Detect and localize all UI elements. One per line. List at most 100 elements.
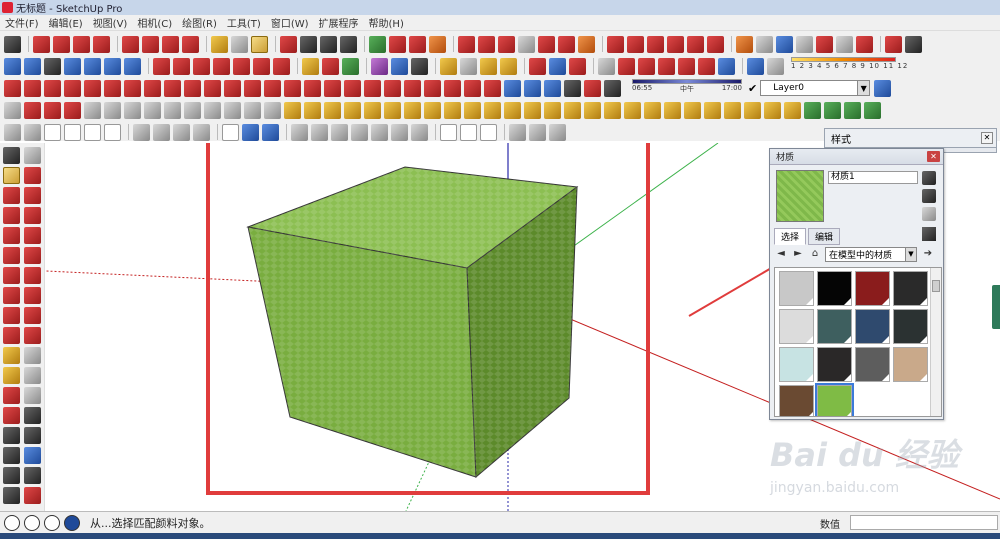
- pie-icon[interactable]: [24, 267, 41, 284]
- row4-tool-39-icon[interactable]: [764, 101, 781, 119]
- orbit-icon[interactable]: [280, 35, 297, 53]
- plugin-tool-22-icon[interactable]: [905, 35, 922, 53]
- solid-tool-1-icon[interactable]: [302, 57, 319, 75]
- plugin-skin-icon[interactable]: [504, 79, 521, 97]
- plugin-tool-g-icon[interactable]: [371, 57, 388, 75]
- style-tool-7-icon[interactable]: [718, 57, 735, 75]
- sandbox-tool-5-icon[interactable]: [233, 57, 250, 75]
- 3d-text-icon[interactable]: [24, 387, 41, 404]
- camera-position-icon[interactable]: [242, 123, 259, 141]
- style-tool-2-icon[interactable]: [618, 57, 635, 75]
- row4-tool-12-icon[interactable]: [224, 101, 241, 119]
- row4-tool-41-icon[interactable]: [804, 101, 821, 119]
- rotate-icon[interactable]: [3, 307, 20, 324]
- plugin-tool-16-icon[interactable]: [776, 35, 793, 53]
- view-top-icon[interactable]: [24, 57, 41, 75]
- sandbox-tool-7-icon[interactable]: [273, 57, 290, 75]
- plugin-tool-4-icon[interactable]: [518, 35, 535, 53]
- side-dock-tab[interactable]: [992, 285, 1000, 329]
- pencil-tool-icon[interactable]: [53, 35, 70, 53]
- plugin-tool-bars-icon[interactable]: [411, 57, 428, 75]
- row4-tool-21-icon[interactable]: [404, 101, 421, 119]
- plugin-row3-13-icon[interactable]: [244, 79, 261, 97]
- line-tool-icon[interactable]: [3, 187, 20, 204]
- user-icon[interactable]: [44, 514, 60, 531]
- row5-tool-7-icon[interactable]: [133, 123, 150, 141]
- material-collection-dropdown[interactable]: 在模型中的材质 ▼: [825, 246, 917, 262]
- forward-arrow-icon[interactable]: ►: [791, 247, 805, 261]
- plugin-row3-10-icon[interactable]: [184, 79, 201, 97]
- row5-tool-9-icon[interactable]: [173, 123, 190, 141]
- plugin-row3-14-icon[interactable]: [264, 79, 281, 97]
- view-iso-icon[interactable]: [4, 57, 21, 75]
- close-icon[interactable]: ✕: [927, 151, 940, 162]
- menu-tools[interactable]: 工具(T): [222, 15, 266, 30]
- position-camera-icon[interactable]: [3, 467, 20, 484]
- plugin-tool-2-icon[interactable]: [478, 35, 495, 53]
- text-icon[interactable]: [24, 367, 41, 384]
- axes-icon[interactable]: [3, 387, 20, 404]
- tape-measure-icon[interactable]: [211, 35, 228, 53]
- sandbox-tool-2-icon[interactable]: [173, 57, 190, 75]
- sandbox-tool-3-icon[interactable]: [193, 57, 210, 75]
- plugin-tool-box-1-icon[interactable]: [440, 57, 457, 75]
- plugin-row3-20-icon[interactable]: [384, 79, 401, 97]
- material-swatch[interactable]: [779, 309, 814, 344]
- material-swatch[interactable]: [855, 271, 890, 306]
- sample-paint-icon[interactable]: [922, 207, 936, 221]
- section-tool-icon[interactable]: [529, 57, 546, 75]
- row4-tool-16-icon[interactable]: [304, 101, 321, 119]
- push-pull-tool-icon[interactable]: [122, 35, 139, 53]
- row4-tool-14-icon[interactable]: [264, 101, 281, 119]
- menu-file[interactable]: 文件(F): [0, 15, 44, 30]
- freehand-tool-icon[interactable]: [24, 187, 41, 204]
- plugin-row3-2-icon[interactable]: [24, 79, 41, 97]
- rotate-tool-icon[interactable]: [162, 35, 179, 53]
- menu-view[interactable]: 视图(V): [88, 15, 133, 30]
- look-around-tool-icon[interactable]: [3, 487, 20, 504]
- tape-measure-tool-icon[interactable]: [3, 347, 20, 364]
- warehouse-icon[interactable]: [369, 35, 386, 53]
- push-pull-icon[interactable]: [24, 287, 41, 304]
- info-icon[interactable]: [24, 514, 40, 531]
- row5-tool-1-icon[interactable]: [4, 123, 21, 141]
- plugin-tool-6-icon[interactable]: [558, 35, 575, 53]
- box-icon[interactable]: [104, 123, 121, 141]
- previous-view-icon[interactable]: [24, 447, 41, 464]
- zoom-extents-icon[interactable]: [340, 35, 357, 53]
- details-arrow-icon[interactable]: ➔: [921, 247, 935, 261]
- zoom-extents-tool-icon[interactable]: [3, 447, 20, 464]
- view-left-icon[interactable]: [104, 57, 121, 75]
- measurements-input[interactable]: [850, 515, 998, 530]
- row4-tool-5-icon[interactable]: [84, 101, 101, 119]
- row4-tool-2-icon[interactable]: [24, 101, 41, 119]
- two-point-arc-icon[interactable]: [24, 247, 41, 264]
- plugin-tool-3-icon[interactable]: [498, 35, 515, 53]
- plugin-row3-9-icon[interactable]: [164, 79, 181, 97]
- row4-tool-3-icon[interactable]: [44, 101, 61, 119]
- help-icon[interactable]: [64, 514, 80, 531]
- select-tool-icon[interactable]: [3, 147, 20, 164]
- three-point-arc-icon[interactable]: [3, 267, 20, 284]
- row5-tool-16-icon[interactable]: [331, 123, 348, 141]
- material-swatch[interactable]: [779, 271, 814, 306]
- plugin-row3-5-icon[interactable]: [84, 79, 101, 97]
- plugin-row3-23-icon[interactable]: [444, 79, 461, 97]
- row4-tool-40-icon[interactable]: [784, 101, 801, 119]
- geolocation-icon[interactable]: [4, 514, 20, 531]
- plugin-tool-13-icon[interactable]: [707, 35, 724, 53]
- row4-tool-32-icon[interactable]: [624, 101, 641, 119]
- menu-extensions[interactable]: 扩展程序: [314, 15, 364, 30]
- plugin-xyz-icon[interactable]: [524, 79, 541, 97]
- material-swatch[interactable]: [855, 347, 890, 382]
- row4-tool-29-icon[interactable]: [564, 101, 581, 119]
- row4-tool-31-icon[interactable]: [604, 101, 621, 119]
- chevron-down-icon[interactable]: ▼: [905, 247, 916, 261]
- components-icon[interactable]: [389, 35, 406, 53]
- plugin-tool-21-icon[interactable]: [885, 35, 902, 53]
- row5-tool-21-icon[interactable]: [440, 123, 457, 141]
- solid-tool-2-icon[interactable]: [322, 57, 339, 75]
- eraser-icon[interactable]: [24, 167, 41, 184]
- plugin-row3-21-icon[interactable]: [404, 79, 421, 97]
- plugin-tool-box-2-icon[interactable]: [460, 57, 477, 75]
